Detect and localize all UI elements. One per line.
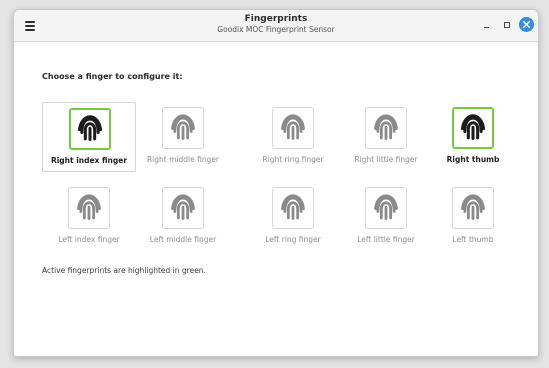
fingerprint-frame xyxy=(162,187,204,229)
fingerprint-frame xyxy=(68,187,110,229)
fingerprint-icon xyxy=(281,114,305,140)
finger-label: Right index finger xyxy=(50,156,128,165)
fingerprint-icon xyxy=(171,194,195,220)
hamburger-icon-line xyxy=(25,29,35,31)
finger-cell[interactable]: Left index finger xyxy=(42,182,136,252)
fingerprint-icon xyxy=(460,114,486,141)
finger-label: Left middle finger xyxy=(149,235,217,244)
fingerprint-frame xyxy=(365,107,407,149)
fingerprints-window: Fingerprints Goodix MOC Fingerprint Sens… xyxy=(13,9,539,357)
finger-cell[interactable]: Left middle finger xyxy=(136,182,230,252)
finger-cell[interactable]: Right little finger xyxy=(339,102,433,172)
title-group: Fingerprints Goodix MOC Fingerprint Sens… xyxy=(134,14,418,35)
maximize-icon xyxy=(504,22,510,28)
fingerprint-icon xyxy=(281,194,305,220)
finger-label: Right middle finger xyxy=(146,155,220,164)
window-title: Fingerprints xyxy=(244,14,308,24)
finger-cell[interactable]: Right thumb xyxy=(426,102,520,172)
fingerprint-icon xyxy=(171,114,195,140)
finger-cell[interactable]: Left thumb xyxy=(426,182,520,252)
fingerprint-icon xyxy=(461,194,485,220)
finger-cell[interactable]: Left ring finger xyxy=(246,182,340,252)
content-area: Choose a finger to configure it: Right i… xyxy=(14,42,538,356)
finger-label: Left thumb xyxy=(452,235,494,244)
fingerprint-frame xyxy=(162,107,204,149)
fingerprint-icon xyxy=(374,194,398,220)
fingerprint-frame xyxy=(365,187,407,229)
finger-label: Right ring finger xyxy=(262,155,324,164)
fingerprint-frame xyxy=(452,187,494,229)
fingerprint-icon xyxy=(77,115,103,142)
fingerprint-frame xyxy=(69,108,111,150)
hamburger-icon-line xyxy=(25,25,35,27)
finger-label: Left index finger xyxy=(58,235,120,244)
maximize-button[interactable] xyxy=(500,18,514,32)
hamburger-icon-line xyxy=(25,21,35,23)
title-bar: Fingerprints Goodix MOC Fingerprint Sens… xyxy=(14,10,538,42)
finger-label: Left little finger xyxy=(357,235,415,244)
status-hint: Active fingerprints are highlighted in g… xyxy=(42,266,206,275)
hamburger-menu-button[interactable] xyxy=(23,17,39,33)
finger-label: Right thumb xyxy=(446,155,500,164)
minimize-button[interactable] xyxy=(480,18,494,32)
fingerprint-frame xyxy=(272,107,314,149)
instruction-label: Choose a finger to configure it: xyxy=(42,72,183,81)
finger-cell[interactable]: Right ring finger xyxy=(246,102,340,172)
finger-cell[interactable]: Right index finger xyxy=(42,102,136,172)
finger-cell[interactable]: Right middle finger xyxy=(136,102,230,172)
fingerprint-icon xyxy=(77,194,101,220)
finger-cell[interactable]: Left little finger xyxy=(339,182,433,252)
finger-label: Right little finger xyxy=(354,155,418,164)
fingerprint-frame xyxy=(452,107,494,149)
minimize-icon xyxy=(484,27,489,28)
window-subtitle: Goodix MOC Fingerprint Sensor xyxy=(217,25,335,34)
fingerprint-icon xyxy=(374,114,398,140)
close-button[interactable] xyxy=(519,17,534,32)
finger-label: Left ring finger xyxy=(265,235,321,244)
close-icon xyxy=(523,21,530,28)
fingerprint-frame xyxy=(272,187,314,229)
